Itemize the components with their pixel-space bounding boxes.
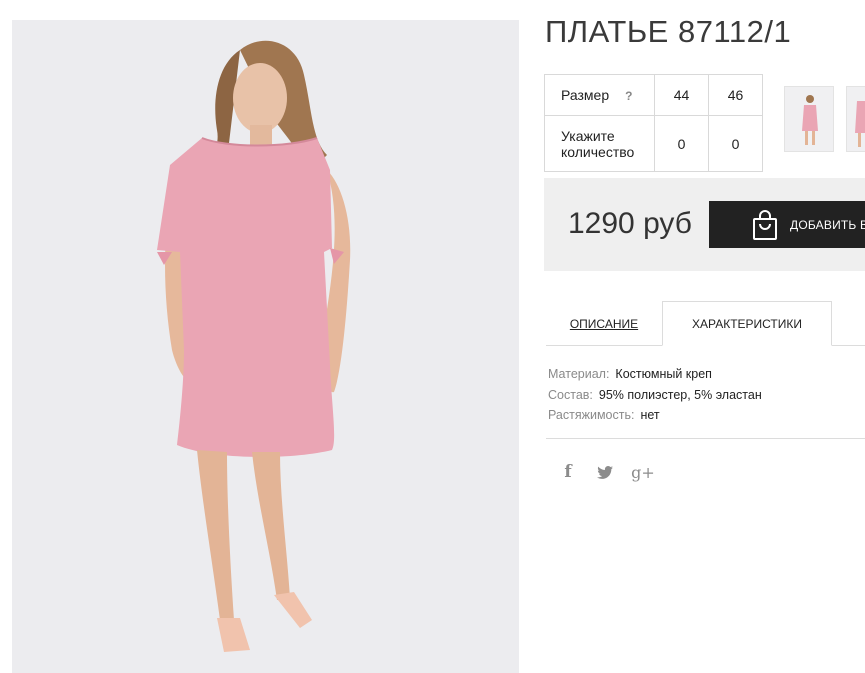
quantity-input-44[interactable]: 0 [654,115,709,172]
product-price: 1290 руб [568,207,692,240]
product-title: ПЛАТЬЕ 87112/1 [545,14,792,49]
quantity-label: Укажите количество [544,115,655,172]
add-to-cart-button[interactable]: ДОБАВИТЬ В [709,201,865,248]
characteristic-key: Растяжимость: [548,408,635,422]
googleplus-share-icon[interactable]: g+ [631,462,655,482]
twitter-share-icon[interactable] [596,462,614,482]
shopping-bag-icon [751,209,779,244]
product-photo[interactable] [12,20,519,673]
thumbnail-1[interactable] [784,86,834,152]
characteristic-value: нет [640,408,660,422]
characteristic-key: Состав: [548,387,593,402]
size-help-icon[interactable]: ? [625,89,632,103]
characteristic-value: 95% полиэстер, 5% эластан [598,387,762,402]
twitter-icon [597,465,613,479]
purchase-bar: 1290 руб ДОБАВИТЬ В [544,178,865,271]
tab-description[interactable]: ОПИСАНИЕ [546,301,662,346]
size-quantity-table: Размер? 44 46 Укажите количество 0 0 [544,74,763,172]
thumbnail-dress-icon [802,95,818,145]
thumbnail-dress-icon [855,101,865,147]
quantity-row: Укажите количество 0 0 [544,115,763,172]
tab-characteristics[interactable]: ХАРАКТЕРИСТИКИ [662,301,832,346]
quantity-input-46[interactable]: 0 [708,115,763,172]
product-tabs: ОПИСАНИЕ ХАРАКТЕРИСТИКИ [546,301,865,346]
size-option-44[interactable]: 44 [654,74,709,116]
size-label: Размер [561,87,610,103]
size-label-cell: Размер? [544,74,655,116]
list-item: Материал: Костюмный креп [548,364,762,385]
characteristic-key: Материал: [548,367,610,381]
characteristic-value: Костюмный креп [615,367,712,381]
section-divider [546,438,865,439]
list-item: Состав: 95% полиэстер, 5% эластан [548,385,762,406]
size-row: Размер? 44 46 [544,74,763,116]
facebook-share-icon[interactable]: f [560,462,576,482]
dress-model-illustration [157,40,351,652]
list-item: Растяжимость: нет [548,405,762,426]
thumbnail-2[interactable] [846,86,865,152]
size-option-46[interactable]: 46 [708,74,763,116]
characteristics-list: Материал: Костюмный креп Состав: 95% полиэ… [548,364,762,426]
add-to-cart-label: ДОБАВИТЬ В [790,218,865,232]
